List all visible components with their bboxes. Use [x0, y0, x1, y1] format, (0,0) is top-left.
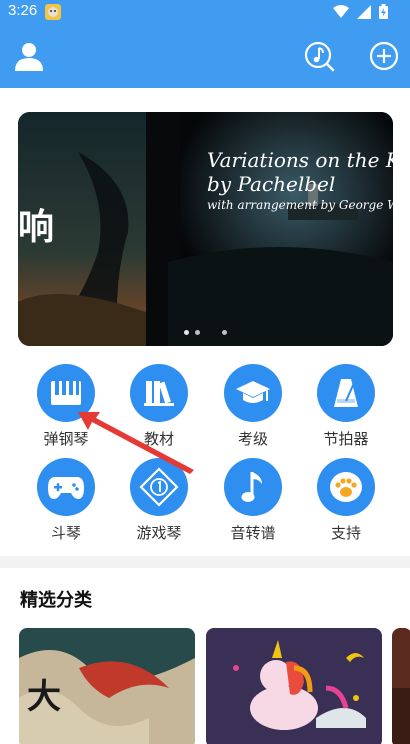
feature-battle[interactable]: 斗琴 — [19, 458, 113, 543]
piano-keys-icon — [37, 364, 95, 422]
feature-grading[interactable]: 考级 — [206, 364, 300, 449]
books-icon — [130, 364, 188, 422]
plus-icon[interactable] — [368, 40, 400, 72]
music-note-icon — [224, 458, 282, 516]
system-icons — [333, 4, 388, 19]
tuner-icon[interactable] — [303, 40, 335, 72]
category-card-image — [392, 628, 410, 744]
feature-label: 支持 — [330, 524, 361, 542]
banner-title-line2: by Pachelbel — [207, 172, 336, 196]
carousel-indicator — [184, 330, 227, 335]
signal-icon — [357, 4, 371, 19]
banner-subtitle: with arrangement by George Win — [207, 198, 393, 212]
metronome-icon — [317, 364, 375, 422]
gamepad-icon — [37, 458, 95, 516]
user-icon[interactable] — [13, 40, 45, 72]
category-card-image — [206, 628, 382, 744]
banner-caption: Variations on the Kan by Pachelbel with … — [207, 148, 393, 212]
feature-label: 节拍器 — [323, 430, 369, 448]
banner-title-line1: Variations on the Kan — [207, 148, 393, 172]
section-title: 精选分类 — [20, 590, 92, 611]
category-card[interactable]: 大 — [19, 628, 195, 744]
category-card-image: 大 — [19, 628, 195, 744]
feature-audio-to-score[interactable]: 音转谱 — [206, 458, 300, 543]
banner-left-text: 响 — [18, 207, 55, 248]
graduation-cap-icon — [224, 364, 282, 422]
feature-label: 游戏琴 — [136, 524, 182, 542]
paw-icon — [317, 458, 375, 516]
banner-carousel[interactable]: 响 Variations on the Kan by Pachelbel wit… — [18, 112, 393, 346]
feature-piano[interactable]: 弹钢琴 — [19, 364, 113, 449]
feature-label: 斗琴 — [50, 524, 81, 542]
feature-textbook[interactable]: 教材 — [112, 364, 206, 449]
feature-label: 教材 — [143, 430, 174, 448]
feature-label: 音转谱 — [230, 524, 276, 542]
svg-text:大: 大 — [27, 677, 61, 717]
battery-icon — [379, 4, 388, 19]
category-card[interactable] — [206, 628, 382, 744]
carousel-dot — [195, 330, 200, 335]
feature-label: 考级 — [237, 430, 268, 448]
diamond-game-icon — [130, 458, 188, 516]
app-bar — [0, 24, 410, 88]
feature-label: 弹钢琴 — [43, 430, 89, 448]
status-time: 3:26 — [8, 2, 38, 19]
app-badge-icon — [45, 4, 61, 20]
carousel-dot — [222, 330, 227, 335]
status-bar: 3:26 — [0, 0, 410, 24]
featured-section: 精选分类 大 — [0, 568, 410, 744]
feature-metronome[interactable]: 节拍器 — [299, 364, 393, 449]
category-card[interactable] — [392, 628, 410, 744]
wifi-icon — [333, 4, 349, 18]
carousel-dot — [184, 330, 189, 335]
feature-game-piano[interactable]: 游戏琴 — [112, 458, 206, 543]
feature-support[interactable]: 支持 — [299, 458, 393, 543]
